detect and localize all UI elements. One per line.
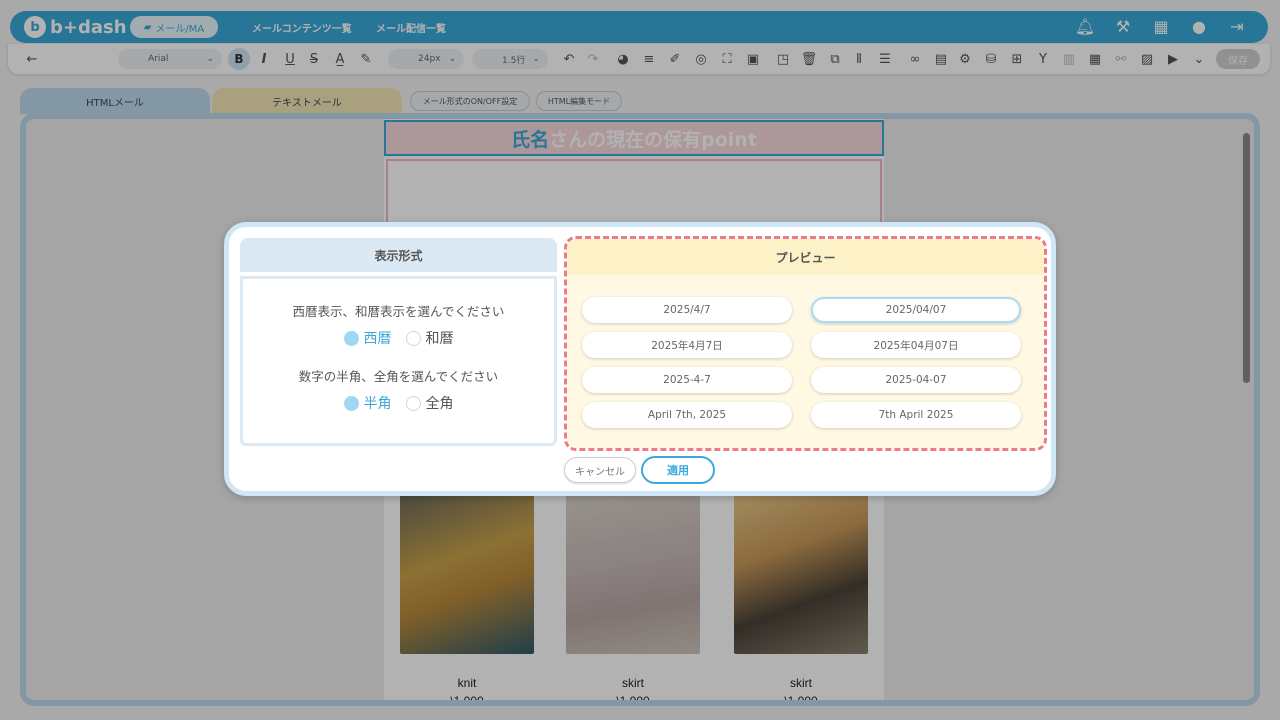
- radio-zenkaku-label: 全角: [425, 396, 454, 412]
- format-option[interactable]: 2025/4/7: [582, 297, 792, 323]
- format-option[interactable]: 2025-4-7: [582, 367, 792, 393]
- digit-radio-group: 半角 全角: [243, 393, 554, 413]
- radio-seireki-label: 西暦: [363, 331, 392, 347]
- format-option[interactable]: 2025年04月07日: [811, 332, 1021, 358]
- format-option[interactable]: 7th April 2025: [811, 402, 1021, 428]
- format-option-selected[interactable]: 2025/04/07: [811, 297, 1021, 323]
- radio-unchecked-icon: [405, 395, 421, 411]
- apply-button[interactable]: 適用: [641, 456, 715, 484]
- calendar-question: 西暦表示、和暦表示を選んでください: [292, 304, 505, 319]
- radio-hankaku[interactable]: 半角: [343, 393, 392, 413]
- format-option[interactable]: 2025年4月7日: [582, 332, 792, 358]
- display-format-panel: 西暦表示、和暦表示を選んでください 西暦 和暦 数字の半角、全角を選んでください…: [240, 276, 557, 446]
- radio-seireki[interactable]: 西暦: [343, 328, 392, 348]
- radio-zenkaku[interactable]: 全角: [405, 393, 454, 413]
- date-format-modal: 表示形式 西暦表示、和暦表示を選んでください 西暦 和暦 数字の半角、全角を選ん…: [224, 222, 1056, 496]
- display-format-header: 表示形式: [240, 238, 557, 272]
- cancel-button[interactable]: キャンセル: [564, 457, 636, 483]
- radio-wareki[interactable]: 和暦: [405, 328, 454, 348]
- format-option[interactable]: April 7th, 2025: [582, 402, 792, 428]
- digit-question: 数字の半角、全角を選んでください: [298, 369, 499, 384]
- calendar-radio-group: 西暦 和暦: [243, 328, 554, 348]
- preview-panel: プレビュー 2025/4/7 2025/04/07 2025年4月7日 2025…: [564, 236, 1047, 451]
- radio-checked-icon: [343, 330, 359, 346]
- preview-header: プレビュー: [567, 239, 1044, 275]
- radio-checked-icon: [343, 395, 359, 411]
- radio-hankaku-label: 半角: [363, 396, 392, 412]
- format-option[interactable]: 2025-04-07: [811, 367, 1021, 393]
- radio-unchecked-icon: [405, 330, 421, 346]
- radio-wareki-label: 和暦: [425, 331, 454, 347]
- preview-body: 2025/4/7 2025/04/07 2025年4月7日 2025年04月07…: [567, 275, 1044, 448]
